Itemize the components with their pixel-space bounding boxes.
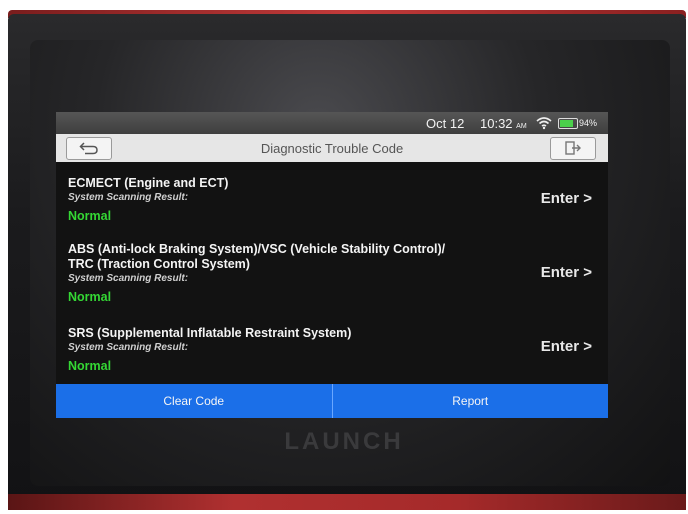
exit-icon (565, 141, 581, 155)
status-bar: Oct 12 10:32 AM 94% (56, 112, 608, 134)
wifi-icon (536, 117, 552, 130)
system-title: ABS (Anti-lock Braking System)/VSC (Vehi… (68, 242, 446, 256)
screen: Oct 12 10:32 AM 94% Diagnostic Trouble C… (56, 112, 608, 418)
report-button[interactable]: Report (333, 384, 609, 418)
system-item-srs[interactable]: SRS (Supplemental Inflatable Restraint S… (68, 326, 588, 373)
scan-result-label: System Scanning Result: (68, 273, 189, 284)
scan-result-status: Normal (68, 290, 112, 304)
scan-result-status: Normal (68, 209, 112, 223)
scan-result-label: System Scanning Result: (68, 342, 189, 353)
scan-result-label: System Scanning Result: (68, 192, 189, 203)
status-time-value: 10:32 (480, 116, 513, 131)
status-date: Oct 12 (426, 116, 465, 131)
system-item-ecmect[interactable]: ECMECT (Engine and ECT) System Scanning … (68, 176, 588, 223)
battery-percent: 94% (579, 118, 598, 128)
clear-code-button[interactable]: Clear Code (56, 384, 332, 418)
status-ampm: AM (516, 123, 527, 130)
enter-button-abs[interactable]: Enter > (541, 264, 592, 281)
system-item-abs[interactable]: ABS (Anti-lock Braking System)/VSC (Vehi… (68, 242, 588, 304)
title-bar: Diagnostic Trouble Code (56, 134, 608, 162)
footer-bar: Clear Code Report (56, 384, 608, 418)
brand-logo: LAUNCH (284, 428, 404, 455)
system-title-line2: TRC (Traction Control System) (68, 257, 250, 271)
scan-result-status: Normal (68, 359, 112, 373)
page-title: Diagnostic Trouble Code (260, 141, 404, 156)
battery-fill (560, 120, 573, 127)
enter-button-ecmect[interactable]: Enter > (541, 190, 592, 207)
exit-button[interactable] (550, 137, 596, 160)
system-title: ECMECT (Engine and ECT) (68, 176, 229, 190)
status-time: 10:32 AM (480, 116, 527, 131)
battery-icon (558, 118, 578, 129)
device-frame-bottom (8, 494, 686, 510)
enter-button-srs[interactable]: Enter > (541, 338, 592, 355)
system-title: SRS (Supplemental Inflatable Restraint S… (68, 326, 352, 340)
